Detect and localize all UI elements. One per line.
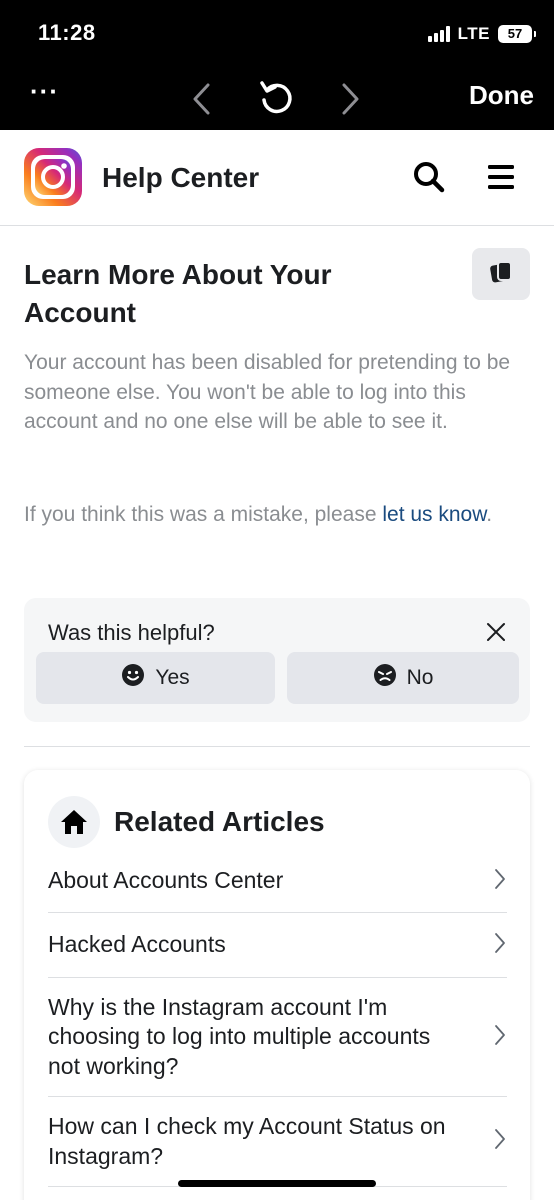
section-divider [24, 746, 530, 747]
status-time: 11:28 [38, 20, 96, 45]
browser-chrome: 11:28 LTE 57 ··· Done [0, 0, 554, 130]
reload-icon[interactable] [258, 78, 296, 123]
related-articles-card: Related Articles About Accounts Center H… [24, 770, 530, 1200]
related-articles-title: Related Articles [114, 806, 325, 837]
battery-icon: 57 [498, 25, 536, 43]
smile-icon [121, 663, 145, 693]
helpful-no-label: No [406, 666, 434, 689]
let-us-know-link[interactable]: let us know [382, 503, 486, 526]
related-article-item[interactable]: Why is the Instagram account I'm choosin… [48, 978, 507, 1097]
related-article-item[interactable]: How can I check my Account Status on Ins… [48, 1097, 507, 1187]
chevron-right-icon [493, 1023, 507, 1052]
chevron-right-icon [493, 867, 507, 896]
frown-icon [373, 663, 397, 693]
hamburger-menu-icon[interactable] [486, 162, 516, 197]
related-article-item[interactable]: Hacked Accounts [48, 913, 507, 978]
copy-icon [488, 259, 514, 290]
home-indicator-bar[interactable] [178, 1180, 376, 1187]
chevron-right-icon [493, 1127, 507, 1156]
mistake-text-prefix: If you think this was a mistake, please [24, 503, 383, 526]
home-icon [48, 796, 100, 848]
article-title: Learn More About Your Account [24, 259, 332, 328]
helpful-yes-button[interactable]: Yes [36, 652, 275, 704]
forward-chevron-icon[interactable] [338, 82, 362, 121]
related-article-label: About Accounts Center [48, 867, 284, 894]
related-article-label: Hacked Accounts [48, 931, 226, 958]
helpful-no-button[interactable]: No [287, 652, 519, 704]
article-body-mistake-text: If you think this was a mistake, please … [24, 500, 530, 530]
network-type: LTE [457, 24, 490, 43]
related-article-item[interactable]: About Accounts Center [48, 850, 507, 913]
instagram-logo-icon[interactable] [24, 148, 82, 206]
back-chevron-icon[interactable] [190, 82, 214, 121]
status-indicators: LTE 57 [427, 22, 536, 46]
help-center-title[interactable]: Help Center [102, 162, 259, 194]
more-options-button[interactable]: ··· [30, 78, 59, 104]
helpful-yes-label: Yes [155, 666, 190, 689]
copy-link-button[interactable] [472, 248, 530, 300]
article-body-text: Your account has been disabled for prete… [24, 351, 511, 433]
helpful-feedback-card: Was this helpful? Yes No [24, 598, 530, 722]
helpful-question: Was this helpful? [48, 620, 215, 645]
chevron-right-icon [493, 931, 507, 960]
browser-nav-row: ··· Done [0, 72, 554, 124]
close-icon[interactable] [486, 622, 506, 647]
search-icon[interactable] [412, 160, 446, 199]
cellular-signal-icon [427, 26, 450, 42]
related-article-label: Why is the Instagram account I'm choosin… [48, 993, 431, 1079]
related-article-label: How can I check my Account Status on Ins… [48, 1113, 446, 1169]
done-button[interactable]: Done [469, 80, 534, 111]
mistake-text-suffix: . [486, 503, 493, 526]
help-center-header: Help Center [0, 130, 554, 226]
